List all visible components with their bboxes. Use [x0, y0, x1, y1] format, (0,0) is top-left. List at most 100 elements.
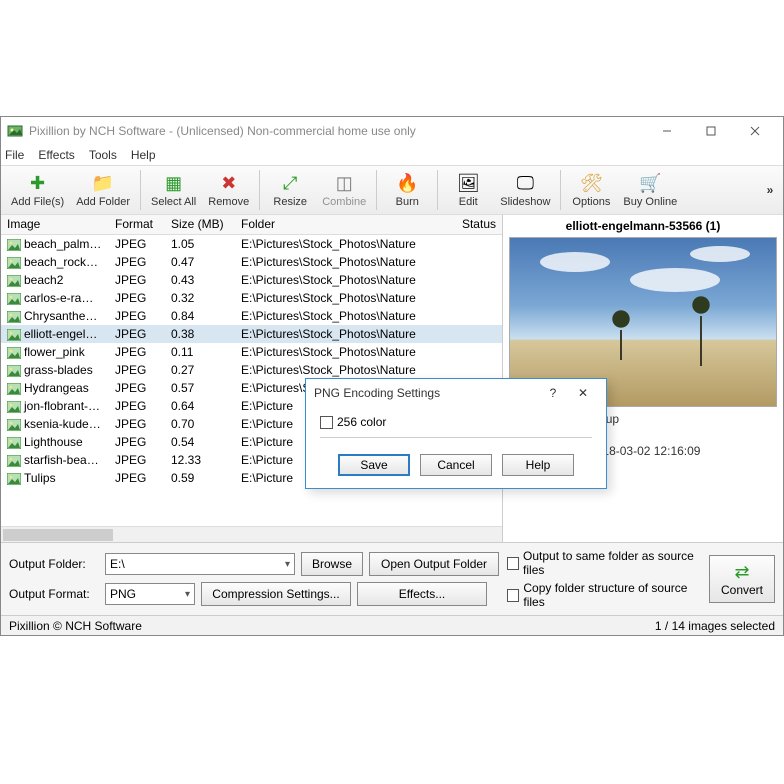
- file-folder: E:\Pictures\Stock_Photos\Nature: [235, 289, 452, 307]
- add-files-button[interactable]: ✚Add File(s): [5, 167, 70, 213]
- maximize-button[interactable]: [689, 117, 733, 145]
- close-button[interactable]: [733, 117, 777, 145]
- dialog-title: PNG Encoding Settings: [314, 386, 440, 400]
- output-format-label: Output Format:: [9, 587, 99, 601]
- file-name: Hydrangeas: [24, 381, 89, 395]
- file-name: beach2: [24, 273, 63, 287]
- table-row[interactable]: carlos-e-ramir...JPEG0.32E:\Pictures\Sto…: [1, 289, 502, 307]
- col-status[interactable]: Status: [452, 215, 502, 234]
- file-folder: E:\Pictures\Stock_Photos\Nature: [235, 307, 452, 325]
- edit-button[interactable]: 🖼Edit: [442, 167, 494, 213]
- menu-effects[interactable]: Effects: [38, 148, 74, 162]
- column-headers: Image Format Size (MB) Folder Status: [1, 215, 502, 235]
- image-file-icon: [7, 347, 21, 359]
- file-size: 0.47: [165, 253, 235, 271]
- file-folder: E:\Pictures\Stock_Photos\Nature: [235, 235, 452, 253]
- dialog-close-button[interactable]: ✕: [568, 386, 598, 400]
- col-folder[interactable]: Folder: [235, 215, 452, 234]
- resize-icon: ⤢: [279, 173, 301, 195]
- file-format: JPEG: [109, 433, 165, 451]
- image-file-icon: [7, 275, 21, 287]
- menu-file[interactable]: File: [5, 148, 24, 162]
- table-row[interactable]: elliott-engelm...JPEG0.38E:\Pictures\Sto…: [1, 325, 502, 343]
- open-output-folder-button[interactable]: Open Output Folder: [369, 552, 499, 576]
- file-format: JPEG: [109, 361, 165, 379]
- toolbar: ✚Add File(s) 📁Add Folder ▦Select All ✖Re…: [1, 165, 783, 215]
- copy-folder-structure-checkbox[interactable]: Copy folder structure of source files: [507, 581, 701, 609]
- file-status: [452, 260, 502, 264]
- output-folder-combo[interactable]: E:\: [105, 553, 295, 575]
- checkbox-icon: [507, 557, 519, 570]
- toolbar-overflow-button[interactable]: »: [761, 183, 779, 197]
- options-button[interactable]: 🛠Options: [565, 167, 617, 213]
- dialog-cancel-button[interactable]: Cancel: [420, 454, 492, 476]
- dialog-help-button-footer[interactable]: Help: [502, 454, 574, 476]
- file-format: JPEG: [109, 289, 165, 307]
- output-same-folder-checkbox[interactable]: Output to same folder as source files: [507, 549, 701, 577]
- separator: [437, 170, 438, 210]
- combine-icon: ◫: [333, 173, 355, 195]
- image-file-icon: [7, 383, 21, 395]
- file-format: JPEG: [109, 415, 165, 433]
- checkbox-icon: [507, 589, 519, 602]
- combine-button[interactable]: ◫Combine: [316, 167, 372, 213]
- file-size: 0.54: [165, 433, 235, 451]
- add-folder-button[interactable]: 📁Add Folder: [70, 167, 136, 213]
- table-row[interactable]: flower_pinkJPEG0.11E:\Pictures\Stock_Pho…: [1, 343, 502, 361]
- output-panel: Output Folder: E:\ Browse Open Output Fo…: [1, 542, 783, 615]
- file-status: [452, 368, 502, 372]
- horizontal-scrollbar[interactable]: [1, 526, 502, 542]
- menu-tools[interactable]: Tools: [89, 148, 117, 162]
- output-format-combo[interactable]: PNG: [105, 583, 195, 605]
- table-row[interactable]: beach_rocks_...JPEG0.47E:\Pictures\Stock…: [1, 253, 502, 271]
- convert-icon: ⇄: [734, 562, 749, 583]
- file-name: flower_pink: [24, 345, 85, 359]
- col-format[interactable]: Format: [109, 215, 165, 234]
- slideshow-icon: 🖵: [514, 173, 536, 195]
- col-size[interactable]: Size (MB): [165, 215, 235, 234]
- buy-online-button[interactable]: 🛒Buy Online: [617, 167, 683, 213]
- preview-title: elliott-engelmann-53566 (1): [503, 215, 783, 237]
- output-folder-label: Output Folder:: [9, 557, 99, 571]
- file-folder: E:\Pictures\Stock_Photos\Nature: [235, 325, 452, 343]
- compression-settings-button[interactable]: Compression Settings...: [201, 582, 351, 606]
- image-file-icon: [7, 311, 21, 323]
- effects-button[interactable]: Effects...: [357, 582, 487, 606]
- file-name: carlos-e-ramir...: [24, 291, 107, 305]
- file-size: 0.64: [165, 397, 235, 415]
- image-file-icon: [7, 239, 21, 251]
- separator: [140, 170, 141, 210]
- menu-help[interactable]: Help: [131, 148, 156, 162]
- minimize-button[interactable]: [645, 117, 689, 145]
- select-all-icon: ▦: [163, 173, 185, 195]
- table-row[interactable]: beach_palm_t...JPEG1.05E:\Pictures\Stock…: [1, 235, 502, 253]
- table-row[interactable]: beach2JPEG0.43E:\Pictures\Stock_Photos\N…: [1, 271, 502, 289]
- 256-color-checkbox[interactable]: 256 color: [320, 415, 592, 429]
- file-name: beach_rocks_...: [24, 255, 109, 269]
- separator: [560, 170, 561, 210]
- file-size: 12.33: [165, 451, 235, 469]
- browse-button[interactable]: Browse: [301, 552, 363, 576]
- file-format: JPEG: [109, 451, 165, 469]
- resize-button[interactable]: ⤢Resize: [264, 167, 316, 213]
- col-image[interactable]: Image: [1, 215, 109, 234]
- status-left: Pixillion © NCH Software: [9, 619, 142, 633]
- scrollbar-thumb[interactable]: [3, 529, 113, 541]
- convert-button[interactable]: ⇄ Convert: [709, 555, 775, 603]
- remove-button[interactable]: ✖Remove: [202, 167, 255, 213]
- file-size: 0.27: [165, 361, 235, 379]
- table-row[interactable]: ChrysanthemumJPEG0.84E:\Pictures\Stock_P…: [1, 307, 502, 325]
- titlebar: Pixillion by NCH Software - (Unlicensed)…: [1, 117, 783, 145]
- burn-button[interactable]: 🔥Burn: [381, 167, 433, 213]
- table-row[interactable]: grass-bladesJPEG0.27E:\Pictures\Stock_Ph…: [1, 361, 502, 379]
- select-all-button[interactable]: ▦Select All: [145, 167, 202, 213]
- file-name: Chrysanthemum: [24, 309, 109, 323]
- dialog-help-button[interactable]: ?: [538, 386, 568, 400]
- file-name: grass-blades: [24, 363, 93, 377]
- slideshow-button[interactable]: 🖵Slideshow: [494, 167, 556, 213]
- file-format: JPEG: [109, 235, 165, 253]
- file-name: Lighthouse: [24, 435, 83, 449]
- file-size: 0.57: [165, 379, 235, 397]
- separator: [320, 437, 592, 438]
- dialog-save-button[interactable]: Save: [338, 454, 410, 476]
